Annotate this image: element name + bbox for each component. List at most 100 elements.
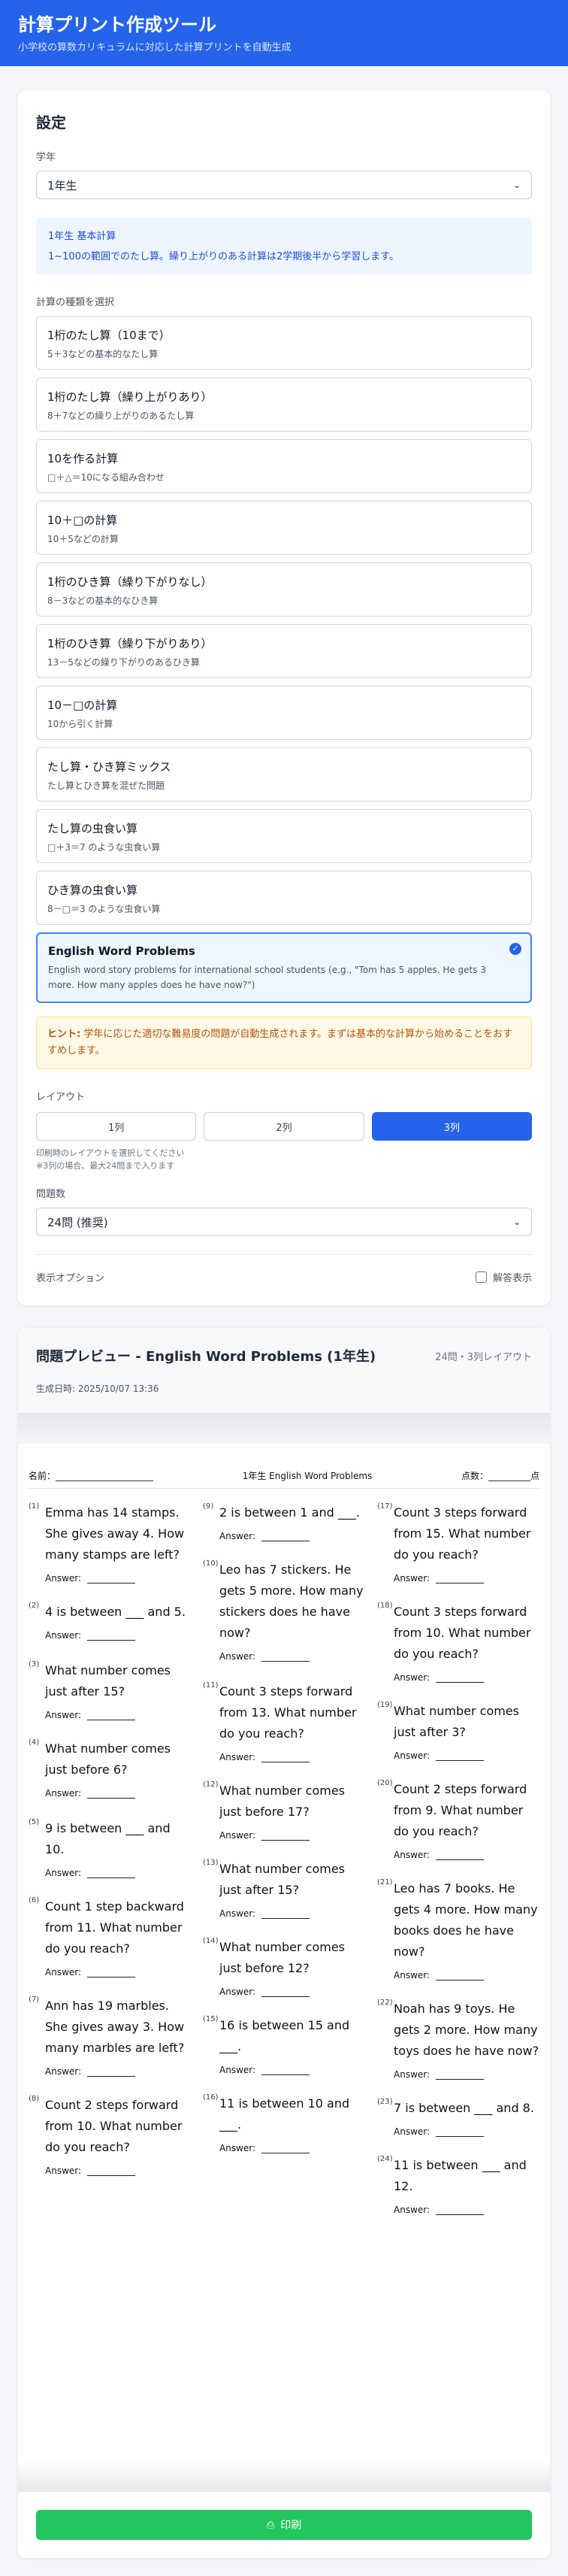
count-label: 問題数 xyxy=(36,1189,66,1200)
problem-text: 11 is between ___ and 12. xyxy=(394,2158,527,2193)
answer-field: Answer: xyxy=(45,1967,192,1977)
answer-field: Answer: xyxy=(394,2126,541,2137)
problem-grid: (1) Emma has 14 stamps. She gives away 4.… xyxy=(27,1489,541,2215)
answer-line xyxy=(261,1653,310,1662)
answer-label: Answer: xyxy=(394,2126,431,2137)
type-option-desc: 8＋7などの繰り上がりのあるたし算 xyxy=(47,411,195,421)
show-answers-checkbox[interactable]: 解答表示 xyxy=(475,1270,532,1284)
score-field: 点数：点 xyxy=(461,1471,539,1481)
type-option-name: たし算の虫食い算 xyxy=(47,822,138,835)
problem-number: (11) xyxy=(203,1681,219,1690)
problem-item: (10) Leo has 7 stickers. He gets 5 more. … xyxy=(201,1559,367,1662)
answer-label: Answer: xyxy=(394,1970,431,1980)
chevron-down-icon: ⌄ xyxy=(512,1217,521,1227)
type-option-desc: 8－□＝3 のような虫食い算 xyxy=(47,904,161,914)
check-circle-icon: ✓ xyxy=(509,943,521,955)
layout-3-column-button[interactable]: 3列 xyxy=(371,1112,532,1141)
type-option[interactable]: たし算の虫食い算 □＋3＝7 のような虫食い算 xyxy=(36,809,532,863)
answer-field: Answer: xyxy=(219,2065,367,2075)
type-options: 1桁のたし算（10まで） 5＋3などの基本的なたし算 1桁のたし算（繰り上がりあり）… xyxy=(36,316,532,925)
layout-2-column-button[interactable]: 2列 xyxy=(204,1112,364,1141)
answer-label: Answer: xyxy=(394,2205,431,2215)
print-button[interactable]: ⎙ 印刷 xyxy=(36,2510,532,2540)
app-header: 計算プリント作成ツール 小学校の算数カリキュラムに対応した計算プリントを自動生成 xyxy=(0,0,568,66)
problem-item: (4) What number comes just before 6? Answe… xyxy=(27,1738,192,1799)
answer-line xyxy=(261,1910,310,1919)
type-option-name: 10－□の計算 xyxy=(47,699,118,712)
answer-field: Answer: xyxy=(219,1752,367,1762)
settings-heading: 設定 xyxy=(36,114,66,132)
problem-number: (10) xyxy=(203,1559,219,1568)
generated-timestamp: 生成日時: 2025/10/07 13:36 xyxy=(36,1383,159,1394)
preview-header: 問題プレビュー - English Word Problems (1年生) 24… xyxy=(18,1328,550,1414)
type-option-english-word-problems[interactable]: English Word Problems English word story… xyxy=(36,932,532,1003)
answer-label: Answer: xyxy=(45,1710,82,1720)
answer-line xyxy=(261,1753,310,1762)
grade-select[interactable]: 1年生 ⌄ xyxy=(36,171,532,199)
type-option-desc: □＋△＝10になる組み合わせ xyxy=(47,472,165,483)
answer-label: Answer: xyxy=(394,2069,431,2080)
answer-label: Answer: xyxy=(219,1651,256,1662)
problem-text: Count 3 steps forward from 15. What numb… xyxy=(394,1505,531,1562)
answer-label: Answer: xyxy=(219,2143,256,2153)
divider xyxy=(36,1254,532,1255)
problem-text: Count 2 steps forward from 10. What numb… xyxy=(45,2098,183,2154)
layout-1-column-button[interactable]: 1列 xyxy=(36,1112,197,1141)
problem-text: Leo has 7 books. He gets 4 more. How man… xyxy=(394,1881,538,1959)
problem-number: (4) xyxy=(29,1738,40,1747)
type-option-name: 10＋□の計算 xyxy=(47,514,118,527)
problem-item: (19) What number comes just after 3? Answe… xyxy=(376,1701,541,1761)
hint-prefix: ヒント: xyxy=(47,1029,81,1040)
grade-label: 学年 xyxy=(36,152,56,163)
answer-label: Answer: xyxy=(219,1987,256,1997)
problem-number: (21) xyxy=(377,1878,393,1887)
app-title: 計算プリント作成ツール xyxy=(18,14,216,35)
type-option-desc: 10から引く計算 xyxy=(47,719,113,729)
show-answers-label: 解答表示 xyxy=(492,1273,532,1284)
problem-item: (24) 11 is between ___ and 12. Answer: xyxy=(376,2155,541,2215)
type-option[interactable]: 1桁のたし算（繰り上がりあり） 8＋7などの繰り上がりのあるたし算 xyxy=(36,377,532,432)
checkbox-icon[interactable] xyxy=(475,1271,487,1283)
problem-item: (11) Count 3 steps forward from 13. What … xyxy=(201,1681,367,1762)
type-option-desc: English word story problems for internat… xyxy=(48,965,486,990)
type-option[interactable]: ひき算の虫食い算 8－□＝3 のような虫食い算 xyxy=(36,871,532,925)
problem-number: (16) xyxy=(203,2093,219,2102)
answer-line xyxy=(261,2066,310,2075)
type-option[interactable]: 1桁のたし算（10まで） 5＋3などの基本的なたし算 xyxy=(36,316,532,370)
type-option[interactable]: 10－□の計算 10から引く計算 xyxy=(36,686,532,740)
type-option[interactable]: 1桁のひき算（繰り下がりなし） 8－3などの基本的なひき算 xyxy=(36,562,532,617)
problem-text: 7 is between ___ and 8. xyxy=(394,2101,534,2115)
problem-number: (19) xyxy=(377,1701,393,1709)
layout-label: レイアウト xyxy=(36,1092,86,1103)
problem-item: (2) 4 is between ___ and 5. Answer: xyxy=(27,1602,192,1641)
type-option-desc: 8－3などの基本的なひき算 xyxy=(47,596,159,606)
problem-item: (12) What number comes just before 17? Ans… xyxy=(201,1780,367,1841)
answer-label: Answer: xyxy=(394,1672,431,1683)
answer-line xyxy=(436,1752,485,1761)
answer-label: Answer: xyxy=(45,2165,82,2176)
problem-number: (8) xyxy=(29,2095,40,2103)
type-option[interactable]: 10＋□の計算 10＋5などの計算 xyxy=(36,501,532,555)
count-select-value: 24問 (推奨) xyxy=(47,1215,108,1229)
problem-number: (23) xyxy=(377,2098,393,2106)
problem-item: (20) Count 2 steps forward from 9. What n… xyxy=(376,1779,541,1860)
problem-item: (13) What number comes just after 15? Answ… xyxy=(201,1859,367,1919)
problem-text: 2 is between 1 and ___. xyxy=(219,1505,360,1520)
problem-item: (9) 2 is between 1 and ___. Answer: xyxy=(201,1502,367,1541)
type-option[interactable]: 1桁のひき算（繰り下がりあり） 13－5などの繰り下がりのあるひき算 xyxy=(36,624,532,678)
answer-label: Answer: xyxy=(219,2065,256,2075)
problem-number: (7) xyxy=(29,1996,40,2004)
count-select[interactable]: 24問 (推奨) ⌄ xyxy=(36,1208,532,1236)
sheet-shadow-bottom xyxy=(18,2460,550,2492)
answer-line xyxy=(261,1532,310,1541)
answer-field: Answer: xyxy=(394,1750,541,1761)
type-option[interactable]: 10を作る計算 □＋△＝10になる組み合わせ xyxy=(36,439,532,493)
problem-number: (15) xyxy=(203,2015,219,2023)
answer-field: Answer: xyxy=(394,2069,541,2080)
app-subtitle: 小学校の算数カリキュラムに対応した計算プリントを自動生成 xyxy=(18,42,292,53)
type-option[interactable]: たし算・ひき算ミックス たし算とひき算を混ぜた問題 xyxy=(36,747,532,802)
problem-number: (12) xyxy=(203,1780,219,1789)
layout-options: 1列 2列 3列 xyxy=(36,1112,532,1141)
answer-field: Answer: xyxy=(45,1868,192,1878)
name-field: 名前： xyxy=(29,1469,154,1482)
